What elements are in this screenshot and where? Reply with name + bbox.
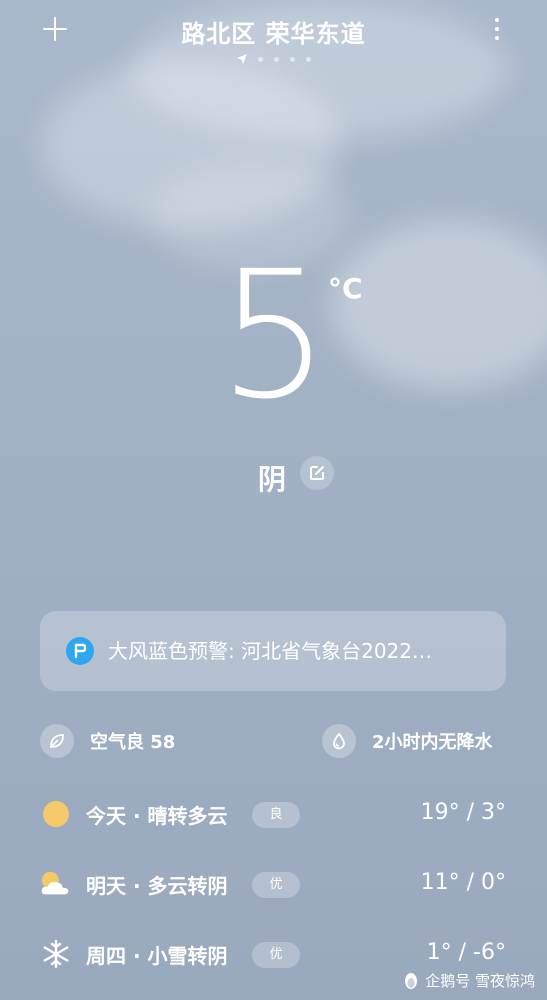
forecast-temp-range: 19° / 3° <box>420 800 506 825</box>
temperature-unit: °C <box>328 272 363 305</box>
edit-icon <box>310 466 324 480</box>
top-bar: 路北区 荣华东道 <box>0 0 547 70</box>
page-dot <box>273 56 279 62</box>
weather-condition: 阴 <box>258 463 287 496</box>
page-dot <box>257 56 263 62</box>
air-quality-item[interactable]: 空气良 58 <box>40 722 175 760</box>
partly-cloudy-icon <box>41 871 69 895</box>
precipitation-text: 2小时内无降水 <box>372 732 493 753</box>
forecast-label: 明天 · 多云转阴 <box>86 874 228 898</box>
alert-text: 大风蓝色预警: 河北省气象台2022… <box>108 639 432 663</box>
snowflake-icon <box>43 939 69 969</box>
page-indicator <box>0 54 547 64</box>
location-arrow-icon <box>236 54 247 64</box>
location-title[interactable]: 路北区 荣华东道 <box>0 14 547 49</box>
forecast-temp-range: 11° / 0° <box>420 870 506 895</box>
weather-alert-banner[interactable]: 大风蓝色预警: 河北省气象台2022… <box>40 611 506 691</box>
more-options-button[interactable] <box>486 14 508 44</box>
current-temperature: 5 <box>218 233 330 438</box>
precipitation-item[interactable]: 2小时内无降水 <box>322 722 493 760</box>
air-quality-text: 空气良 58 <box>90 732 176 753</box>
alert-flag-icon <box>66 637 94 665</box>
feedback-edit-button[interactable] <box>300 456 334 490</box>
watermark-text: 企鹅号 雪夜惊鸿 <box>425 972 535 990</box>
forecast-label: 今天 · 晴转多云 <box>86 804 228 828</box>
forecast-row-tomorrow[interactable]: 明天 · 多云转阴 优 11° / 0° <box>40 864 506 904</box>
cloud-decoration <box>330 220 547 390</box>
water-drop-icon <box>322 724 356 758</box>
forecast-row-today[interactable]: 今天 · 晴转多云 良 19° / 3° <box>40 794 506 834</box>
aqi-badge: 优 <box>252 872 300 898</box>
sun-icon <box>43 801 69 827</box>
penguin-logo-icon <box>405 972 418 989</box>
watermark: 企鹅号 雪夜惊鸿 <box>403 970 535 991</box>
page-dot <box>305 56 311 62</box>
forecast-row-thursday[interactable]: 周四 · 小雪转阴 优 1° / -6° <box>40 934 506 974</box>
aqi-badge: 良 <box>252 802 300 828</box>
leaf-icon <box>40 724 74 758</box>
aqi-badge: 优 <box>252 942 300 968</box>
forecast-label: 周四 · 小雪转阴 <box>86 944 228 968</box>
forecast-temp-range: 1° / -6° <box>426 940 506 965</box>
page-dot <box>289 56 295 62</box>
